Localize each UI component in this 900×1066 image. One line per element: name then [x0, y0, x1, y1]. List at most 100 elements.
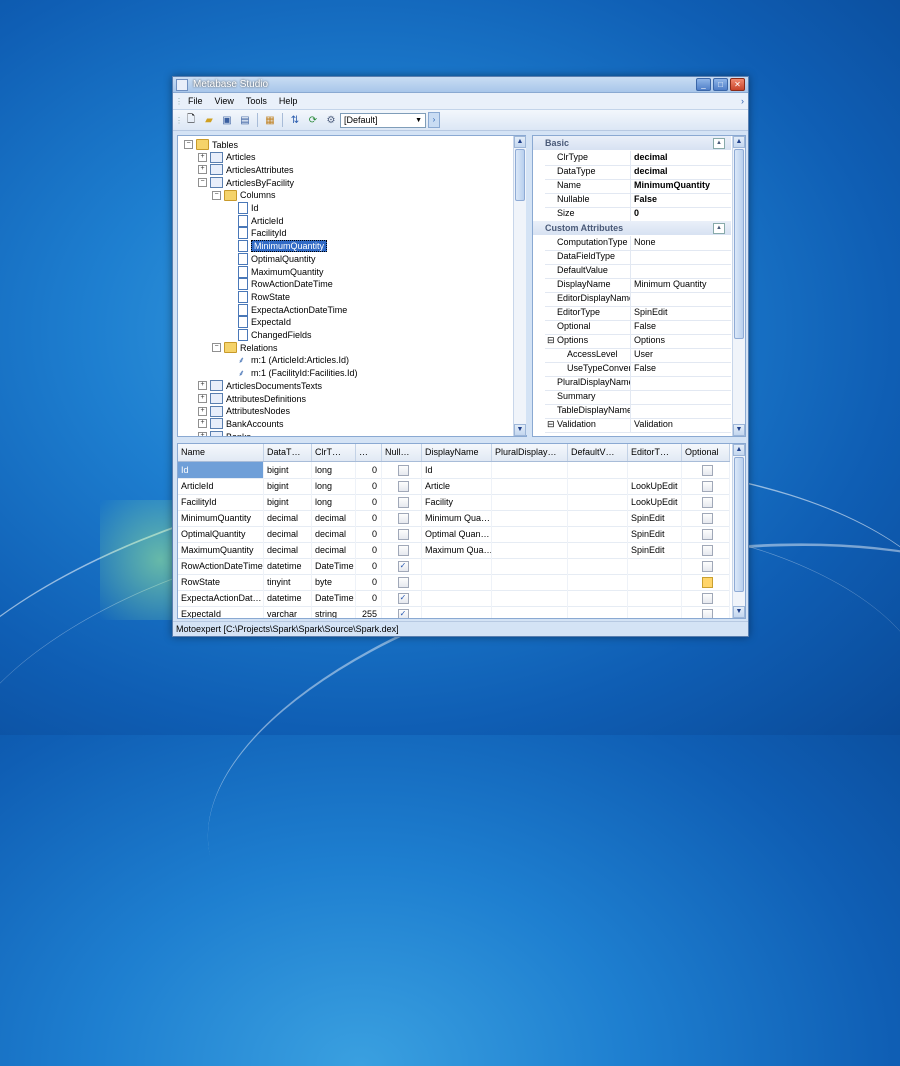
checkbox[interactable] — [701, 481, 713, 492]
table-row[interactable]: ExpectaId varchar string 255 ✓ — [178, 606, 730, 618]
menu-file[interactable]: File — [182, 96, 209, 106]
table-cell[interactable]: DateTime — [312, 590, 356, 606]
property-value[interactable]: Minimum Quantity — [631, 278, 731, 292]
table-cell[interactable]: ✓ — [382, 606, 422, 618]
tree-node[interactable]: OptimalQuantity — [238, 252, 316, 265]
table-cell[interactable]: SpinEdit — [628, 542, 682, 558]
property-row[interactable]: DataType decimal — [545, 165, 731, 180]
table-cell[interactable] — [492, 542, 568, 558]
table-cell[interactable] — [682, 542, 730, 558]
property-row[interactable]: EditorDisplayName — [545, 292, 731, 307]
open-folder-icon[interactable]: ▰ — [202, 113, 216, 127]
property-value[interactable]: 0 — [631, 207, 731, 221]
table-cell[interactable]: 0 — [356, 478, 382, 494]
tree-node[interactable]: RowState — [238, 290, 290, 303]
database-icon[interactable]: ▦ — [263, 113, 277, 127]
new-file-icon[interactable]: 🗋 — [184, 113, 198, 127]
table-cell[interactable]: ✓ — [382, 558, 422, 574]
tree-scrollbar[interactable]: ▲ ▼ — [513, 136, 526, 436]
table-cell[interactable]: bigint — [264, 462, 312, 478]
save-icon[interactable]: ▣ — [220, 113, 234, 127]
table-cell[interactable] — [492, 558, 568, 574]
property-value[interactable]: SpinEdit — [631, 306, 731, 320]
table-cell[interactable] — [382, 574, 422, 590]
scroll-down-icon[interactable]: ▼ — [733, 424, 745, 436]
maximize-button[interactable]: □ — [713, 78, 728, 91]
property-row[interactable]: UseTypeConverterFalse — [545, 362, 731, 377]
property-category[interactable]: Basic ▲ — [533, 136, 731, 150]
property-row[interactable]: AccessLevel User — [545, 348, 731, 363]
tree-node[interactable]: ArticleId — [238, 214, 284, 227]
table-cell[interactable]: 0 — [356, 494, 382, 510]
table-cell[interactable]: decimal — [264, 510, 312, 526]
property-row[interactable]: DefaultValue — [545, 264, 731, 279]
property-row[interactable]: DataFieldType — [545, 250, 731, 265]
scroll-thumb[interactable] — [515, 149, 525, 201]
scroll-up-icon[interactable]: ▲ — [514, 136, 526, 148]
property-value[interactable]: User — [631, 348, 731, 362]
scroll-thumb[interactable] — [734, 457, 744, 592]
property-value[interactable] — [631, 404, 731, 418]
column-header[interactable]: ClrT… — [312, 444, 356, 461]
table-cell[interactable] — [492, 526, 568, 542]
table-cell[interactable]: decimal — [312, 526, 356, 542]
checkbox[interactable] — [701, 609, 713, 618]
table-cell[interactable]: Optimal Quan… — [422, 526, 492, 542]
table-cell[interactable]: SpinEdit — [628, 526, 682, 542]
table-cell[interactable]: byte — [312, 574, 356, 590]
table-cell[interactable] — [382, 526, 422, 542]
table-row[interactable]: ExpectaActionDat… datetime DateTime 0 ✓ — [178, 590, 730, 607]
table-cell[interactable] — [682, 494, 730, 510]
tree-node[interactable]: ChangedFields — [238, 329, 312, 342]
property-value[interactable]: False — [631, 320, 731, 334]
property-row[interactable]: Optional False — [545, 320, 731, 335]
table-cell[interactable] — [568, 526, 628, 542]
property-row[interactable]: DisplayName Minimum Quantity — [545, 278, 731, 293]
scroll-up-icon[interactable]: ▲ — [733, 136, 745, 148]
checkbox[interactable] — [397, 465, 409, 476]
property-value[interactable] — [631, 250, 731, 264]
table-cell[interactable] — [568, 462, 628, 478]
expand-icon[interactable]: + — [198, 381, 207, 391]
tree-node[interactable]: − ArticlesByFacility — [198, 176, 294, 189]
table-cell[interactable]: long — [312, 478, 356, 494]
table-cell[interactable]: 0 — [356, 542, 382, 558]
menu-view[interactable]: View — [209, 96, 240, 106]
checkbox[interactable] — [397, 481, 409, 492]
column-header[interactable]: DisplayName — [422, 444, 492, 461]
table-cell[interactable]: ✓ — [382, 590, 422, 606]
checkbox[interactable] — [397, 529, 409, 540]
checkbox[interactable]: ✓ — [397, 561, 409, 572]
collapse-icon[interactable]: − — [198, 178, 207, 188]
property-row[interactable]: ComputationType None — [545, 236, 731, 251]
property-row[interactable]: ⊟ Validation Validation — [545, 418, 731, 433]
table-cell[interactable]: Maximum Qua… — [422, 542, 492, 558]
table-cell[interactable] — [382, 478, 422, 494]
table-cell[interactable] — [682, 462, 730, 478]
table-cell[interactable] — [382, 510, 422, 526]
property-value[interactable]: decimal — [631, 151, 731, 165]
table-cell[interactable] — [682, 606, 730, 618]
table-cell[interactable] — [628, 558, 682, 574]
property-row[interactable]: Size 0 — [545, 207, 731, 222]
table-cell[interactable] — [568, 574, 628, 590]
expand-icon[interactable]: + — [198, 152, 207, 162]
column-header[interactable]: DefaultV… — [568, 444, 628, 461]
table-cell[interactable] — [492, 478, 568, 494]
table-cell[interactable] — [422, 590, 492, 606]
column-header[interactable]: Name — [178, 444, 264, 461]
table-cell[interactable]: 0 — [356, 526, 382, 542]
scroll-thumb[interactable] — [734, 149, 744, 339]
tree-node[interactable]: ⸙ m:1 (ArticleId:Articles.Id) — [238, 354, 349, 367]
property-value[interactable] — [631, 264, 731, 278]
tree-node[interactable]: MaximumQuantity — [238, 265, 324, 278]
property-value[interactable] — [631, 292, 731, 306]
table-cell[interactable]: 0 — [356, 510, 382, 526]
table-cell[interactable]: LookUpEdit — [628, 494, 682, 510]
collapse-category-icon[interactable]: ▲ — [713, 138, 725, 149]
tree-node[interactable]: ExpectaId — [238, 316, 291, 329]
property-row[interactable]: TableDisplayName — [545, 404, 731, 419]
columns-grid[interactable]: Name DataT… ClrT…… Null… DisplayName PluralDi… — [177, 443, 746, 619]
checkbox[interactable] — [701, 513, 713, 524]
table-cell[interactable] — [382, 462, 422, 478]
